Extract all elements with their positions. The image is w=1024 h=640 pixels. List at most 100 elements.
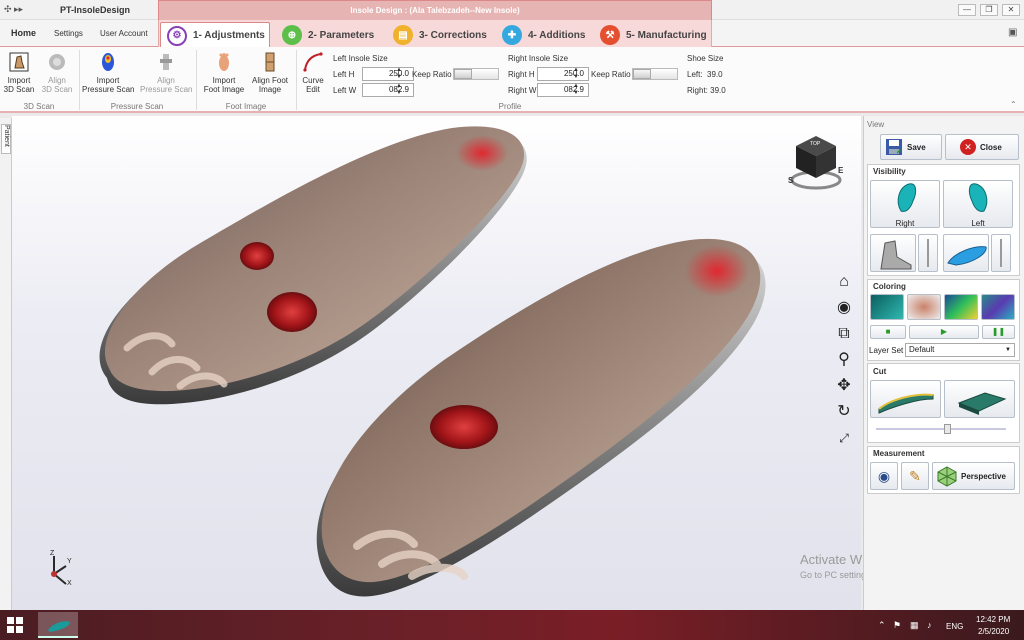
insole-shape-icon [947, 246, 987, 266]
left-w-input[interactable]: 082.9 [362, 83, 414, 97]
tray-time[interactable]: 12:42 PM [976, 615, 1010, 624]
cut-slider-knob[interactable] [944, 424, 951, 434]
tab-adjustments[interactable]: ⚙ 1- Adjustments [160, 22, 270, 48]
curve-edit-button[interactable]: Curve Edit [299, 52, 327, 94]
ruler-icon[interactable]: ✎ [901, 462, 929, 490]
color-mode-2-button[interactable] [907, 294, 941, 320]
color-mode-3-button[interactable] [944, 294, 978, 320]
save-disk-icon[interactable]: ▣ [1008, 27, 1017, 38]
toggle-knob [454, 69, 472, 79]
tab-label: 1- Adjustments [193, 30, 265, 41]
3d-viewport[interactable] [12, 116, 861, 610]
align-3d-scan-label: Align 3D Scan [41, 76, 73, 94]
right-w-spinner[interactable]: ▲ ▼ [571, 83, 581, 97]
right-h-spinner[interactable]: ▲ ▼ [571, 67, 581, 81]
play-icon[interactable]: ▶ [909, 325, 979, 339]
tray-network-icon[interactable]: ▦ [910, 620, 919, 631]
stop-icon[interactable]: ■ [870, 325, 906, 339]
taskbar-app-insoledesign[interactable] [38, 612, 78, 638]
pan-icon[interactable]: ✥ [834, 376, 854, 396]
visibility-foot-button[interactable] [870, 234, 916, 272]
import-foot-image-button[interactable]: Import Foot Image [203, 52, 245, 94]
cut-mode-2-button[interactable] [944, 380, 1015, 418]
windows-start-icon[interactable] [6, 616, 24, 634]
insole-opacity-slider[interactable] [991, 234, 1011, 272]
visibility-left-button[interactable]: Left [943, 180, 1013, 228]
import-pressure-scan-button[interactable]: Import Pressure Scan [82, 52, 134, 94]
color-mode-1-button[interactable] [870, 294, 904, 320]
pause-icon[interactable]: ❚❚ [982, 325, 1015, 339]
color-mode-4-button[interactable] [981, 294, 1015, 320]
left-h-label: Left H [333, 70, 355, 79]
slider-track [927, 239, 929, 267]
rotate-icon[interactable]: ↻ [834, 402, 854, 422]
close-button[interactable]: ✕ Close [945, 134, 1019, 160]
group-pressure-scan: Pressure Scan [110, 102, 164, 111]
zoom-icon[interactable]: ⚲ [834, 350, 854, 370]
quick-access-toolbar[interactable]: ✣ ▸▸ [4, 4, 23, 15]
tray-volume-icon[interactable]: ♪ [927, 620, 932, 630]
group-foot-image: Foot Image [225, 102, 267, 111]
perspective-button[interactable]: Perspective [932, 462, 1015, 490]
save-label: Save [907, 142, 926, 152]
left-w-spinner[interactable]: ▲ ▼ [394, 83, 404, 97]
left-h-input[interactable]: 250.0 [362, 67, 414, 81]
menu-settings[interactable]: Settings [54, 29, 83, 38]
home-view-icon[interactable]: ⌂ [834, 272, 854, 292]
import-3d-scan-button[interactable]: Import 3D Scan [2, 52, 36, 94]
right-w-input[interactable]: 082.9 [537, 83, 589, 97]
tray-flag-icon[interactable]: ⚑ [893, 620, 901, 631]
align-foot-image-button[interactable]: Align Foot Image [250, 52, 290, 94]
tray-date[interactable]: 2/5/2020 [978, 627, 1009, 636]
align-icon [49, 54, 65, 70]
look-at-icon[interactable]: ◉ [834, 298, 854, 318]
toggle-knob [633, 69, 651, 79]
patient-side-tab[interactable]: Patient [1, 124, 11, 154]
right-w-label: Right W [508, 86, 537, 95]
align-pressure-scan-button[interactable]: Align Pressure Scan [140, 52, 192, 94]
align-foot-image-label: Align Foot Image [251, 76, 289, 94]
collapse-ribbon-icon[interactable]: ⌃ [1010, 100, 1017, 109]
foot-model-icon [880, 240, 912, 270]
right-keep-ratio-toggle[interactable] [632, 68, 678, 80]
measurement-heading: Measurement [873, 449, 925, 458]
cut-block-icon [957, 392, 1007, 415]
foot-image-icon [219, 53, 229, 71]
tray-language[interactable]: ENG [946, 622, 963, 631]
zoom-extents-icon[interactable]: ⤢ [834, 428, 854, 448]
zoom-window-icon[interactable]: ⧉ [834, 324, 854, 344]
align-3d-scan-button[interactable]: Align 3D Scan [40, 52, 74, 94]
restore-button[interactable]: ❐ [980, 4, 998, 16]
left-keep-ratio-toggle[interactable] [453, 68, 499, 80]
axis-indicator: Z Y X [38, 550, 78, 590]
tab-parameters[interactable]: ⊕ 2- Parameters [282, 22, 374, 48]
menu-home[interactable]: Home [11, 28, 36, 38]
cut-mode-1-button[interactable] [870, 380, 941, 418]
left-h-spinner[interactable]: ▲ ▼ [394, 67, 404, 81]
right-h-input[interactable]: 250.0 [537, 67, 589, 81]
visibility-right-button[interactable]: Right [870, 180, 940, 228]
group-profile: Profile [498, 102, 522, 111]
ribbon-divider [296, 50, 297, 110]
cut-slider-track[interactable] [876, 424, 1006, 434]
axis-y-label: Y [67, 558, 72, 565]
tray-chevron-icon[interactable]: ⌃ [878, 620, 886, 631]
layer-set-select[interactable]: Default ▼ [905, 343, 1015, 357]
close-label: Close [980, 142, 1002, 152]
taskbar [0, 610, 1024, 640]
visibility-heading: Visibility [873, 167, 906, 176]
menu-user-account[interactable]: User Account [100, 29, 148, 38]
tab-manufacturing[interactable]: ⚒ 5- Manufacturing [600, 22, 707, 48]
tab-corrections[interactable]: ▤ 3- Corrections [393, 22, 487, 48]
view-cube[interactable]: TOP S E [788, 130, 844, 192]
eye-icon[interactable]: ◉ [870, 462, 898, 490]
tab-additions[interactable]: ✚ 4- Additions [502, 22, 585, 48]
import-3d-scan-label: Import 3D Scan [3, 76, 35, 94]
minimize-button[interactable]: — [958, 4, 976, 16]
save-button[interactable]: Save [880, 134, 942, 160]
left-insole-size-title: Left Insole Size [333, 54, 388, 63]
coloring-heading: Coloring [873, 282, 906, 291]
foot-opacity-slider[interactable] [918, 234, 938, 272]
close-window-button[interactable]: ✕ [1002, 4, 1020, 16]
visibility-insole-button[interactable] [943, 234, 989, 272]
